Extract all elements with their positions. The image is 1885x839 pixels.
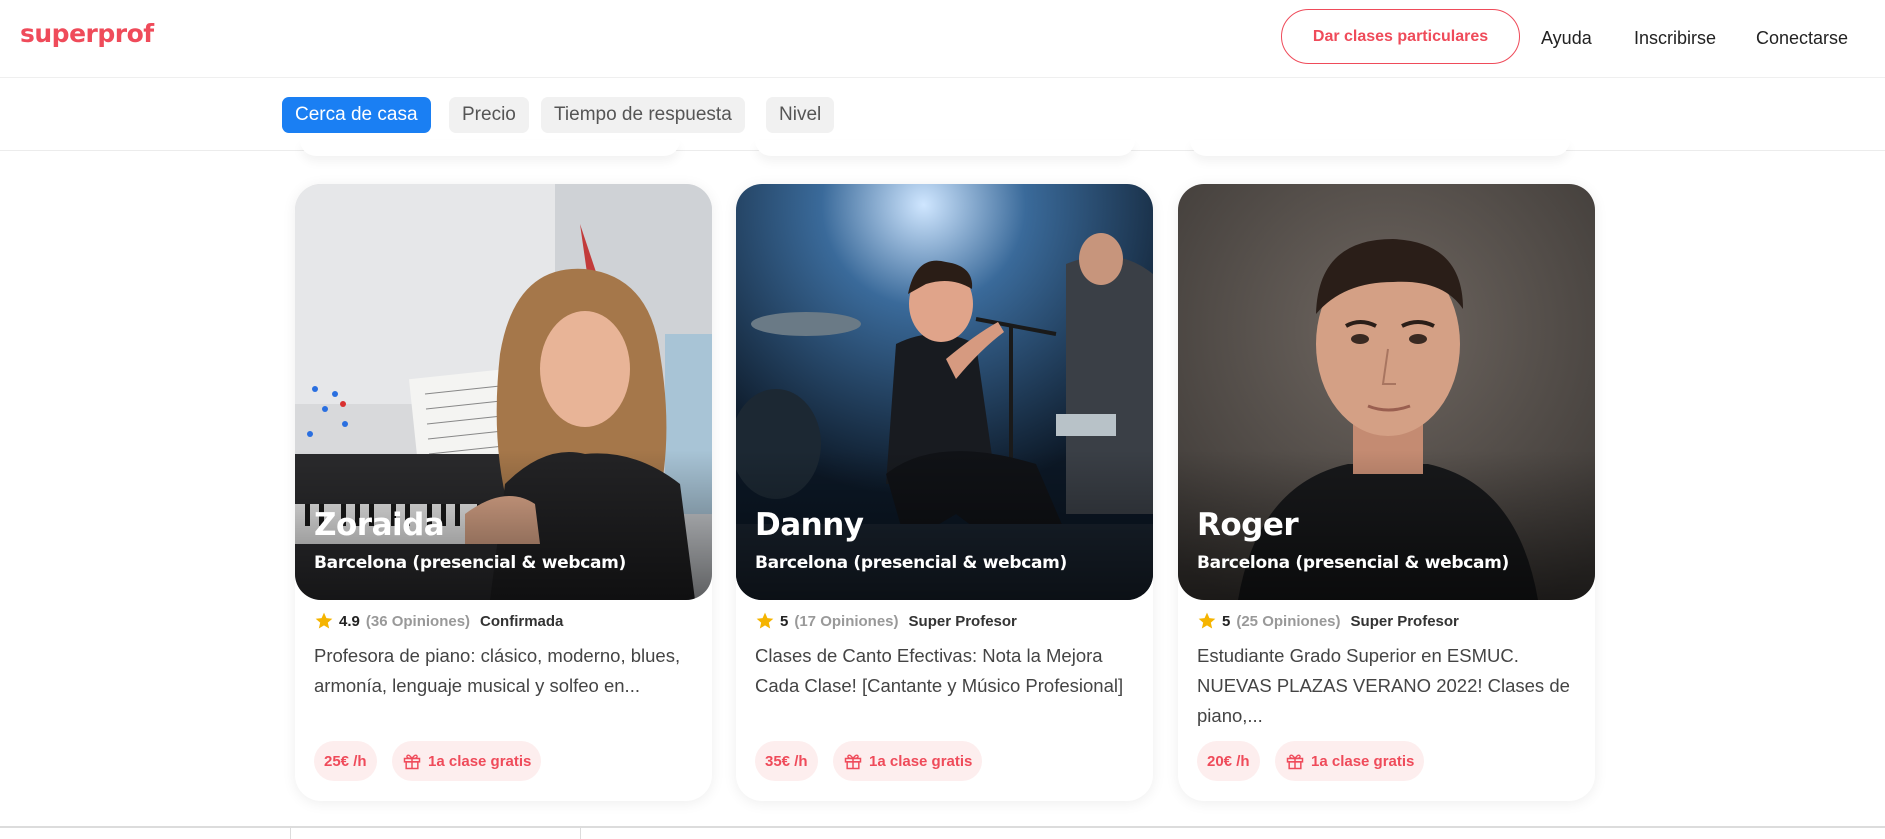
star-icon (1198, 612, 1216, 629)
tutor-description[interactable]: Estudiante Grado Superior en ESMUC. NUEV… (1197, 641, 1582, 731)
price-pill: 25€ /h (314, 741, 377, 781)
rating-value: 4.9 (339, 612, 360, 630)
rating-row: 5 (25 Opiniones) Super Profesor (1197, 610, 1459, 632)
tutor-location: Barcelona (presencial & webcam) (1197, 553, 1510, 573)
give-classes-button[interactable]: Dar clases particulares (1281, 9, 1520, 64)
gift-icon (844, 754, 862, 770)
section-divider (0, 826, 1885, 828)
filter-near-home[interactable]: Cerca de casa (282, 97, 431, 133)
tutor-name: Danny (755, 507, 864, 543)
status-badge: Super Profesor (1350, 612, 1459, 630)
tutor-photo[interactable]: Zoraida Barcelona (presencial & webcam) (295, 184, 712, 600)
gift-icon (403, 754, 421, 770)
free-class-pill: 1a clase gratis (1275, 741, 1425, 781)
status-badge: Confirmada (480, 612, 564, 630)
divider-tick (580, 828, 581, 839)
filter-response-time[interactable]: Tiempo de respuesta (541, 97, 745, 133)
rating-row: 5 (17 Opiniones) Super Profesor (755, 610, 1017, 632)
filter-price[interactable]: Precio (449, 97, 529, 133)
review-count: (36 Opiniones) (365, 612, 471, 630)
filter-level[interactable]: Nivel (766, 97, 835, 133)
previous-card-edge (1190, 140, 1570, 156)
free-class-pill: 1a clase gratis (392, 741, 542, 781)
tutor-name: Zoraida (314, 507, 445, 543)
tutor-name: Roger (1197, 507, 1299, 543)
tutor-location: Barcelona (presencial & webcam) (755, 553, 1068, 573)
gift-icon (1286, 754, 1304, 770)
divider-tick (290, 828, 291, 839)
review-count: (25 Opiniones) (1236, 612, 1341, 630)
tutor-description[interactable]: Clases de Canto Efectivas: Nota la Mejor… (755, 641, 1140, 701)
free-class-label: 1a clase gratis (428, 752, 532, 770)
free-class-label: 1a clase gratis (1311, 752, 1415, 770)
tutor-card-roger[interactable]: Roger Barcelona (presencial & webcam) 5 … (1178, 184, 1595, 801)
free-class-label: 1a clase gratis (869, 752, 973, 770)
star-icon (756, 612, 774, 629)
price-pill: 20€ /h (1197, 741, 1260, 781)
previous-card-edge (300, 140, 680, 156)
nav-login-link[interactable]: Conectarse (1756, 28, 1848, 49)
top-header: superprof Dar clases particulares Ayuda … (0, 0, 1885, 78)
previous-card-edge (755, 140, 1135, 156)
tutor-location: Barcelona (presencial & webcam) (314, 553, 627, 573)
status-badge: Super Profesor (908, 612, 1017, 630)
tutor-description[interactable]: Profesora de piano: clásico, moderno, bl… (314, 641, 699, 701)
nav-help-link[interactable]: Ayuda (1541, 28, 1592, 49)
tutor-card-zoraida[interactable]: Zoraida Barcelona (presencial & webcam) … (295, 184, 712, 801)
review-count: (17 Opiniones) (794, 612, 899, 630)
rating-row: 4.9 (36 Opiniones) Confirmada (314, 610, 563, 632)
tutor-photo[interactable]: Danny Barcelona (presencial & webcam) (736, 184, 1153, 600)
rating-value: 5 (1222, 612, 1231, 630)
superprof-logo[interactable]: superprof (20, 19, 154, 48)
free-class-pill: 1a clase gratis (833, 741, 983, 781)
rating-value: 5 (780, 612, 789, 630)
star-icon (315, 612, 333, 629)
price-pill: 35€ /h (755, 741, 818, 781)
nav-signup-link[interactable]: Inscribirse (1634, 28, 1716, 49)
tutor-card-danny[interactable]: Danny Barcelona (presencial & webcam) 5 … (736, 184, 1153, 801)
tutor-photo[interactable]: Roger Barcelona (presencial & webcam) (1178, 184, 1595, 600)
